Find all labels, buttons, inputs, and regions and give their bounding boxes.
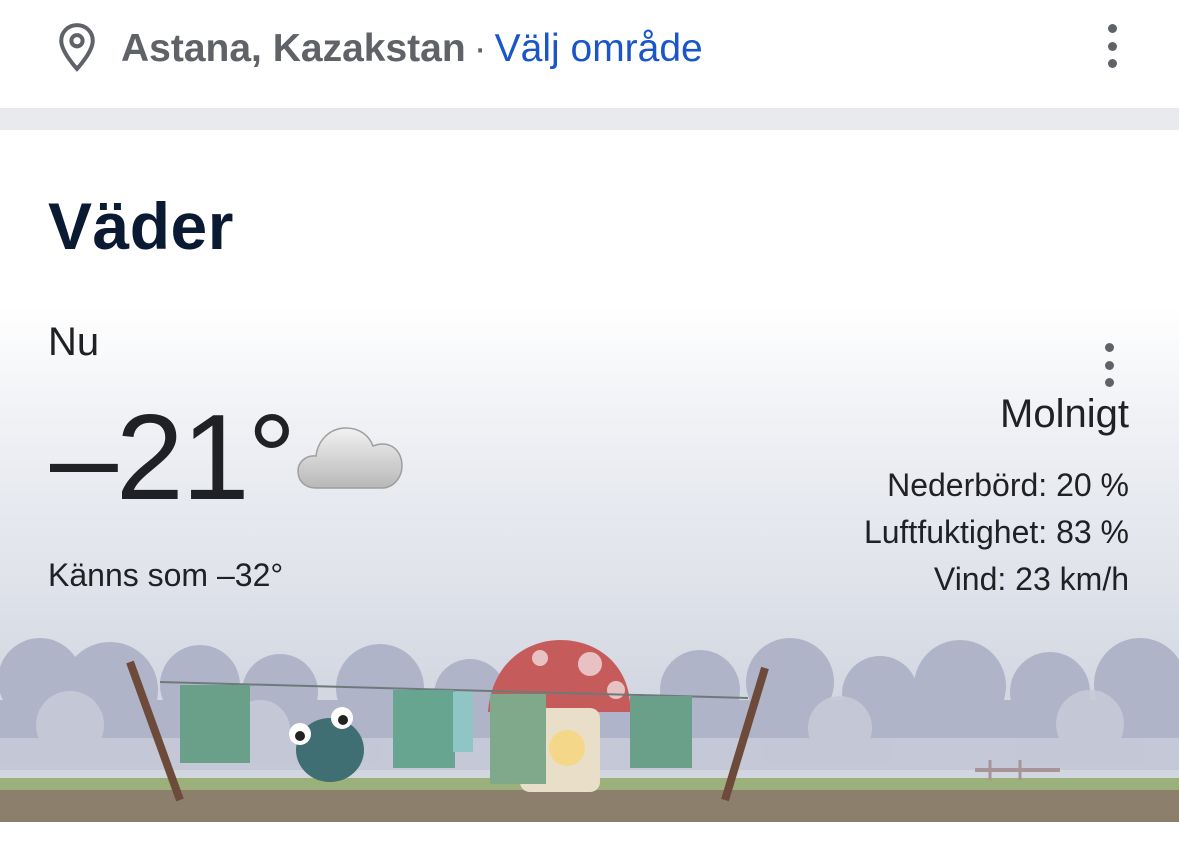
feels-like-text: Känns som –32° — [48, 557, 284, 593]
weather-card-title: Väder — [48, 189, 234, 263]
location-name: Astana, Kazakstan — [121, 27, 466, 70]
weather-card: Väder Nu –21° Känns som –32° Molnigt Ned… — [0, 130, 1179, 822]
humidity-text: Luftfuktighet: 83 % — [863, 514, 1129, 550]
cloud-icon — [297, 427, 403, 489]
change-location-link[interactable]: Välj område — [495, 27, 703, 70]
more-vert-icon[interactable] — [1104, 24, 1120, 68]
weather-illustration — [0, 638, 1179, 822]
location-separator: · — [473, 27, 487, 70]
wind-text: Vind: 23 km/h — [933, 561, 1129, 597]
location-line: Astana, Kazakstan · Välj område — [121, 24, 703, 74]
more-vert-icon[interactable] — [1101, 343, 1117, 387]
section-divider — [0, 108, 1179, 130]
weather-details: Nederbörd: 20 % Luftfuktighet: 83 % Vind… — [864, 462, 1129, 603]
current-temperature: –21° — [50, 389, 296, 525]
now-label: Nu — [48, 320, 100, 364]
precipitation-text: Nederbörd: 20 % — [887, 467, 1129, 503]
location-bar: Astana, Kazakstan · Välj område — [0, 0, 1179, 108]
weather-condition: Molnigt — [1000, 392, 1129, 436]
bottom-spacer — [0, 822, 1179, 863]
location-pin-icon — [59, 23, 95, 72]
